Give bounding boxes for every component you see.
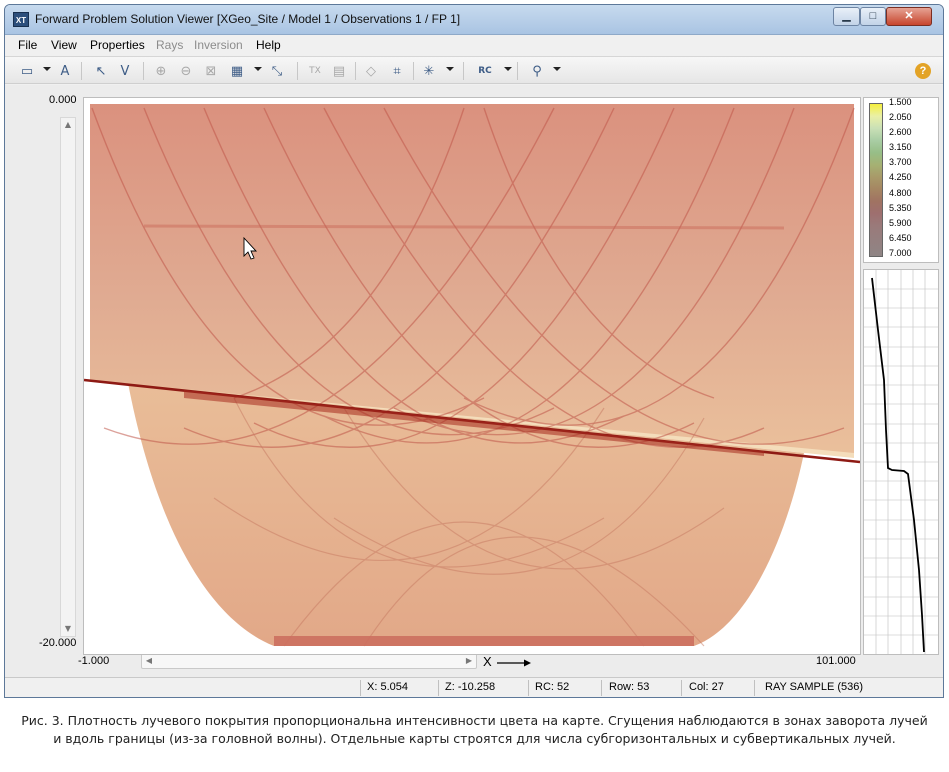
caption-line-2: и вдоль границы (из-за головной волны). … — [53, 731, 896, 746]
scroll-left-arrow-icon[interactable]: ◀ — [142, 654, 156, 668]
help-icon[interactable]: ? — [915, 63, 931, 79]
open-folder-icon[interactable]: ▭ — [17, 61, 37, 81]
line-tool-icon[interactable]: ⤡ — [267, 61, 287, 81]
scroll-right-arrow-icon[interactable]: ▶ — [462, 654, 476, 668]
caption-line-1: Рис. 3. Плотность лучевого покрытия проп… — [21, 713, 928, 728]
toolbar-separator — [355, 62, 356, 80]
rc-dropdown-arrow-icon[interactable] — [504, 67, 512, 71]
velocity-profile-chart — [864, 270, 938, 654]
pin-icon[interactable]: ⚲ — [527, 61, 547, 81]
color-legend: 1.500 2.050 2.600 3.150 3.700 4.250 4.80… — [863, 97, 939, 263]
velocity-profile-line — [871, 277, 925, 653]
menu-inversion[interactable]: Inversion — [194, 38, 243, 52]
status-z: Z: -10.258 — [445, 681, 496, 693]
status-separator — [438, 680, 439, 696]
bottom-dense-strip — [274, 636, 694, 646]
zoom-out-icon[interactable]: ⊖ — [176, 61, 196, 81]
legend-label: 5.900 — [889, 218, 912, 228]
panel-icon[interactable]: ▤ — [329, 61, 349, 81]
menu-view[interactable]: View — [51, 38, 77, 52]
viewer-window: XT Forward Problem Solution Viewer [XGeo… — [4, 4, 944, 698]
ray-density-map[interactable] — [83, 97, 861, 655]
status-x: X: 5.054 — [367, 681, 408, 693]
ray-density-canvas — [83, 104, 861, 647]
maximize-button[interactable]: □ — [860, 7, 886, 26]
z-axis-top-value: 0.000 — [49, 94, 77, 106]
legend-label: 5.350 — [889, 203, 912, 213]
x-axis-right-value: 101.000 — [816, 655, 856, 667]
open-dropdown-arrow-icon[interactable] — [43, 67, 51, 71]
asterisk-dropdown-arrow-icon[interactable] — [446, 67, 454, 71]
v-axis-icon[interactable]: V — [115, 61, 135, 81]
status-rc: RC: 52 — [535, 681, 570, 693]
profile-grid — [864, 270, 938, 654]
velocity-profile-panel — [863, 269, 939, 655]
title-bar[interactable]: XT Forward Problem Solution Viewer [XGeo… — [5, 5, 943, 35]
status-separator — [754, 680, 755, 696]
zoom-in-icon[interactable]: ⊕ — [151, 61, 171, 81]
legend-label: 6.450 — [889, 233, 912, 243]
toolbar-separator — [463, 62, 464, 80]
grid-icon[interactable]: ▦ — [227, 61, 247, 81]
export-a-icon[interactable]: A — [55, 61, 75, 81]
menu-bar: File View Properties Rays Inversion Help — [5, 36, 943, 55]
x-axis-arrow-icon — [497, 659, 531, 667]
pin-dropdown-arrow-icon[interactable] — [553, 67, 561, 71]
toolbar: ▭ A ↖ V ⊕ ⊖ ⊠ ▦ ⤡ TX ▤ ◇ ⌗ ✳ RC ⚲ ? — [5, 56, 943, 84]
menu-rays[interactable]: Rays — [156, 38, 183, 52]
status-row: Row: 53 — [609, 681, 650, 693]
close-button[interactable]: ✕ — [886, 7, 932, 26]
tx-icon[interactable]: TX — [305, 61, 325, 81]
status-separator — [528, 680, 529, 696]
minimize-button[interactable]: ▁ — [833, 7, 860, 26]
scroll-up-arrow-icon[interactable]: ▲ — [61, 118, 75, 132]
legend-label: 4.250 — [889, 172, 912, 182]
vertical-scrollbar[interactable]: ▲ ▼ — [60, 117, 76, 637]
z-axis-bottom-value: -20.000 — [39, 637, 77, 649]
status-col: Col: 27 — [689, 681, 724, 693]
grid-dropdown-arrow-icon[interactable] — [254, 67, 262, 71]
toolbar-separator — [143, 62, 144, 80]
figure-caption: Рис. 3. Плотность лучевого покрытия проп… — [0, 712, 949, 748]
pointer-grid-icon[interactable]: ↖ — [91, 61, 111, 81]
legend-label: 3.700 — [889, 157, 912, 167]
legend-color-bar — [869, 103, 883, 257]
status-mode: RAY SAMPLE (536) — [765, 681, 864, 693]
legend-label: 7.000 — [889, 248, 912, 258]
status-separator — [681, 680, 682, 696]
app-icon: XT — [13, 12, 29, 27]
diamond-icon[interactable]: ◇ — [361, 61, 381, 81]
legend-label: 1.500 — [889, 97, 912, 107]
toolbar-separator — [413, 62, 414, 80]
status-separator — [360, 680, 361, 696]
asterisk-icon[interactable]: ✳ — [419, 61, 439, 81]
x-axis-label: X — [483, 654, 492, 669]
legend-label: 3.150 — [889, 142, 912, 152]
legend-label: 2.050 — [889, 112, 912, 122]
menu-help[interactable]: Help — [256, 38, 281, 52]
status-separator — [601, 680, 602, 696]
legend-label: 4.800 — [889, 188, 912, 198]
toolbar-separator — [297, 62, 298, 80]
scroll-down-arrow-icon[interactable]: ▼ — [61, 622, 75, 636]
toolbar-separator — [81, 62, 82, 80]
window-title: Forward Problem Solution Viewer [XGeo_Si… — [35, 12, 461, 26]
horizontal-dense-band — [143, 224, 785, 230]
x-axis-left-value: -1.000 — [78, 655, 110, 667]
menu-properties[interactable]: Properties — [90, 38, 145, 52]
crop-icon[interactable]: ⌗ — [387, 61, 407, 81]
toolbar-separator — [517, 62, 518, 80]
zoom-fit-icon[interactable]: ⊠ — [201, 61, 221, 81]
menu-file[interactable]: File — [18, 38, 37, 52]
legend-label: 2.600 — [889, 127, 912, 137]
rc-icon[interactable]: RC — [475, 61, 495, 81]
status-bar: X: 5.054 Z: -10.258 RC: 52 Row: 53 Col: … — [5, 677, 943, 697]
